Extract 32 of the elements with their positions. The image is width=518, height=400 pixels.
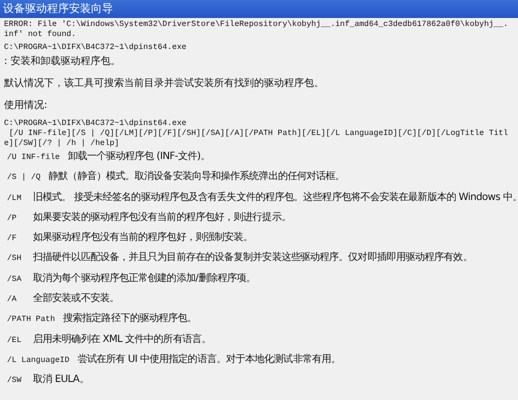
- option-description: 尝试在所有 UI 中使用指定的语言。对于本地化测试非常有用。: [77, 352, 341, 366]
- usage-line: C:\PROGRA~1\DIFX\B4C372~1\dpinst64.exe: [4, 119, 188, 129]
- command-flag-text: /F: [7, 234, 18, 244]
- console-line: ERROR: File 'C:\Windows\System32\DriverStore\FileRepository\kobyhj__.inf_amd64_c3dedb617862a0f0\kobyhj__.inf' not found.: [4, 20, 510, 40]
- usage-heading: 使用情况:: [4, 100, 48, 112]
- command-flag-text: /U INF-file: [7, 153, 60, 162]
- option-description: 启用未明确列在 XML 文件中的所有语言。: [33, 332, 211, 346]
- command-flag-text: /LM: [7, 194, 22, 203]
- command-flag-text: /P: [7, 214, 18, 223]
- console-line: : 安装和卸载驱动程序包。: [4, 56, 122, 68]
- option-description: 旧模式。 接受未经签名的驱动程序包及含有丢失文件的程序包。这些程序包将不会安装在最新版本的 Windows 中。: [33, 190, 518, 204]
- option-description: 如果驱动程序包没有当前的程序包好，则强制安装。: [33, 230, 253, 244]
- option-description: 搜索指定路径下的驱动程序包。: [63, 312, 197, 326]
- option-description: 静默（静音）模式。取消设备安装向导和操作系统弹出的任何对话框。: [48, 170, 345, 184]
- console-line: C:\PROGRA~1\DIFX\B4C372~1\dpinst64.exe: [4, 43, 188, 53]
- option-description: 全部安装或不安装。: [33, 292, 119, 306]
- option-description: 取消为每个驱动程序包正常创建的添加/删除程序项。: [33, 272, 256, 285]
- description-text: 默认情况下，该工具可搜索当前目录并尝试安装所有找到的驱动程序包。: [4, 78, 325, 90]
- usage-line: [/U INF-file][/S | /Q][/LM][/P][/F][/SH][/SA][/A][/PATH Path][/EL][/L LanguageID][/C][/D][/LogTitle Title][/SW][/? | /h | /help]: [4, 129, 510, 149]
- command-flag-text: /PATH Path: [7, 315, 56, 324]
- option-description: 取消 EULA。: [33, 372, 89, 386]
- command-flag-text: /A: [7, 295, 18, 304]
- option-description: 如果要安装的驱动程序包没有当前的程序包好，则进行提示。: [33, 210, 291, 224]
- command-flag-text: /L LanguageID: [7, 356, 70, 365]
- command-flag-text: /SH: [7, 254, 22, 264]
- command-flag-text: /SA: [7, 274, 22, 284]
- command-flag-text: /S | /Q: [7, 173, 41, 182]
- window-title: 设备驱动程序安装向导: [0, 0, 518, 18]
- command-flag-text: /SW: [7, 376, 22, 386]
- option-description: 扫描硬件以匹配设备，并且只为目前存在的设备复制并安装这些驱动程序。仅对即插即用驱动程序有效。: [33, 250, 472, 264]
- option-description: 卸载一个驱动程序包 (INF-文件)。: [68, 150, 210, 163]
- command-flag-text: /EL: [7, 336, 22, 345]
